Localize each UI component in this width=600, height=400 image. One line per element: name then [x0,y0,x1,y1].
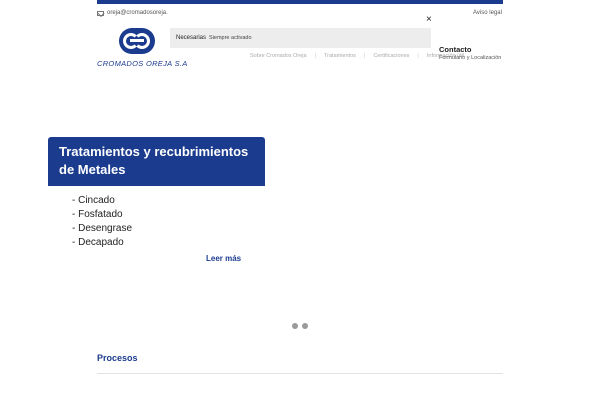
hero-title: Tratamientos y recubrimientos de Metales [48,137,265,186]
logo-mark-icon [119,28,155,54]
cookie-category-status: Siempre activado [209,35,252,41]
main-nav: Sobre Cromados Oreja | Tratamientos | Ce… [250,53,464,59]
nav-separator: | [314,53,316,59]
email-text[interactable]: oreja@cromadosoreja. [107,10,168,16]
leer-mas-link[interactable]: Leer más [206,254,241,263]
cookie-category-row[interactable]: Necesarias Siempre activado [170,28,431,48]
aviso-legal-link[interactable]: Aviso legal [473,10,502,16]
list-item: - Desengrase [72,223,133,234]
nav-item-sobre[interactable]: Sobre Cromados Oreja [250,53,307,59]
nav-separator: | [417,53,419,59]
contact-link[interactable]: Contacto Formulario y Localización [439,45,501,61]
nav-item-tratamientos[interactable]: Tratamientos [324,53,356,59]
slider-dot[interactable] [292,323,298,329]
close-icon[interactable]: × [426,15,432,25]
logo[interactable]: CROMADOS OREJA S.A [97,28,187,72]
divider [97,373,503,374]
list-item: - Decapado [72,237,124,248]
envelope-icon [97,10,104,16]
hero-list: - Cincado - Fosfatado - Desengrase - Dec… [48,186,265,250]
slider-dot[interactable] [302,323,308,329]
header-email[interactable]: oreja@cromadosoreja. [97,10,168,16]
section-title: Procesos [97,353,138,363]
list-item: - Cincado [72,195,115,206]
logo-wordmark: CROMADOS OREJA S.A [97,59,188,68]
nav-item-certificaciones[interactable]: Certificaciones [373,53,409,59]
cookie-category-name: Necesarias [176,35,207,41]
list-item: - Fosfatado [72,209,123,220]
top-accent-bar [97,0,503,4]
contact-subtitle: Formulario y Localización [439,55,502,61]
hero-card: Tratamientos y recubrimientos de Metales… [48,137,265,250]
slider-dots [292,323,308,329]
contact-title: Contacto [439,45,472,54]
nav-separator: | [363,53,366,59]
